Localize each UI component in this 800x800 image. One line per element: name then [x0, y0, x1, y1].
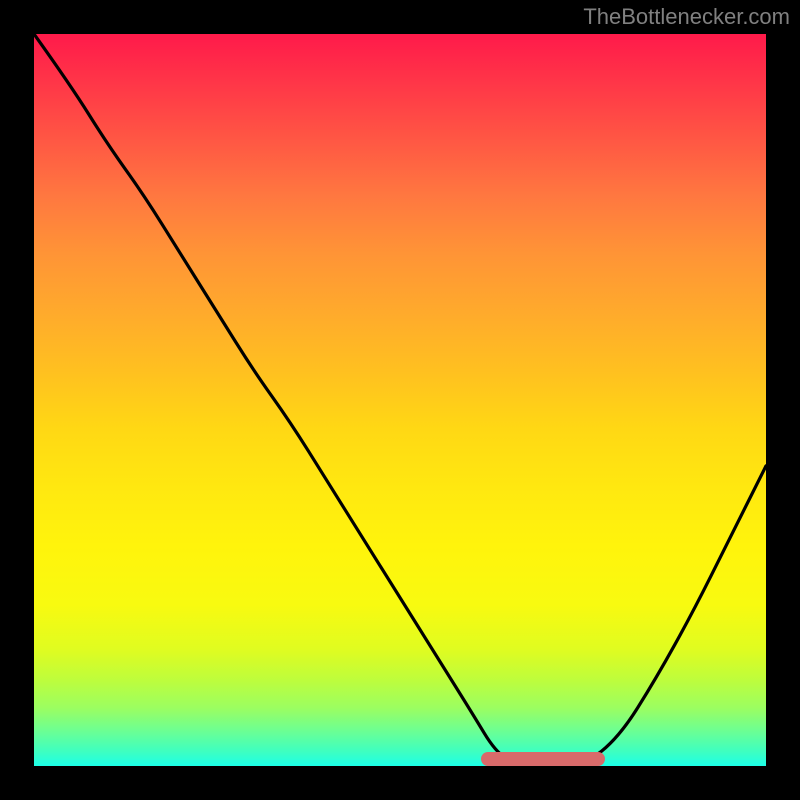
optimal-range-marker — [481, 752, 605, 766]
bottleneck-curve — [34, 34, 766, 766]
chart-plot-area — [34, 34, 766, 766]
attribution-text: TheBottlenecker.com — [583, 4, 790, 30]
